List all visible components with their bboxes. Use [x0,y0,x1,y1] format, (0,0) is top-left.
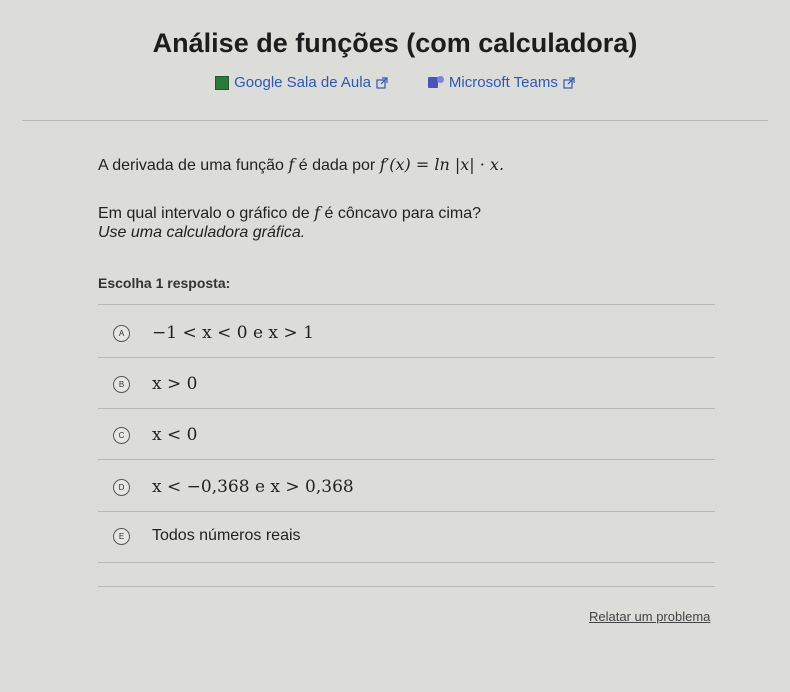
page-title: Análise de funções (com calculadora) [152,28,638,58]
option-divider [98,408,715,409]
google-classroom-icon [215,75,230,90]
option-divider [98,357,715,358]
answer-instruction: Escolha 1 resposta: [98,275,231,291]
option-text: x < 0 [152,425,198,445]
microsoft-teams-label: Microsoft Teams [448,74,558,91]
external-link-icon [376,76,388,89]
question-statement: A derivada de uma função f é dada por f′… [98,155,505,174]
question-hint: Use uma calculadora gráfica. [98,224,306,241]
header-divider [22,120,768,121]
option-letter-badge: B [113,375,130,393]
external-link-icon [563,76,575,89]
question-prompt: Em qual intervalo o gráfico de f é cônca… [98,203,482,222]
options-top-divider [98,304,715,305]
option-d[interactable]: D x < −0,368 e x > 0,368 [100,463,715,511]
microsoft-teams-link[interactable]: Microsoft Teams [427,74,575,91]
option-letter-badge: E [113,527,130,545]
option-c[interactable]: C x < 0 [100,411,715,459]
option-letter-badge: A [113,324,130,342]
option-text: −1 < x < 0 e x > 1 [152,323,314,343]
report-problem-link[interactable]: Relatar um problema [589,609,710,624]
footer-divider [98,586,715,587]
derivative-formula: f′(x) = ln |x| · x. [379,155,505,174]
option-a[interactable]: A −1 < x < 0 e x > 1 [100,309,715,357]
option-divider [98,459,715,460]
option-divider [98,562,715,563]
microsoft-teams-icon [427,76,444,89]
option-text: x > 0 [152,374,198,394]
share-links: Google Sala de Aula Microsoft Teams [0,74,790,91]
google-classroom-label: Google Sala de Aula [234,74,371,91]
option-b[interactable]: B x > 0 [100,360,715,408]
option-text: x < −0,368 e x > 0,368 [152,477,354,497]
option-text: Todos números reais [152,527,301,544]
option-e[interactable]: E Todos números reais [100,512,715,560]
option-letter-badge: D [113,478,130,496]
google-classroom-link[interactable]: Google Sala de Aula [215,74,388,91]
option-letter-badge: C [113,426,130,444]
